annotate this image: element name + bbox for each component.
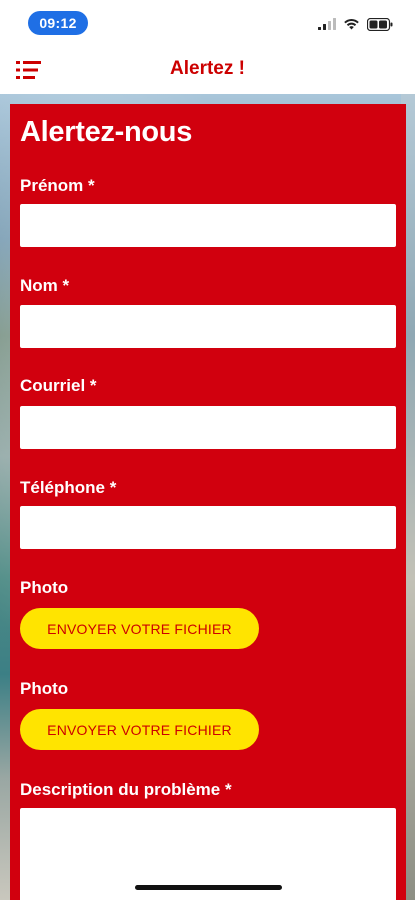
upload-photo-2-button[interactable]: ENVOYER VOTRE FICHIER: [20, 709, 259, 750]
email-input[interactable]: [20, 406, 396, 449]
form-heading: Alertez-nous: [20, 116, 193, 148]
status-time: 09:12: [28, 11, 88, 35]
header-title: Alertez !: [170, 58, 245, 79]
first-name-label: Prénom *: [20, 176, 95, 195]
email-label: Courriel *: [20, 376, 97, 395]
phone-label: Téléphone *: [20, 478, 117, 497]
upload-photo-1-button[interactable]: ENVOYER VOTRE FICHIER: [20, 608, 259, 649]
alert-form: Alertez-nous Prénom * Nom * Courriel * T…: [10, 104, 406, 900]
wifi-icon: [344, 19, 359, 30]
app-header: Alertez !: [0, 48, 415, 94]
phone-input[interactable]: [20, 506, 396, 549]
status-bar: 09:12: [0, 0, 415, 48]
home-indicator[interactable]: [135, 885, 282, 890]
last-name-label: Nom *: [20, 276, 70, 295]
status-icons: [318, 16, 393, 32]
photo-1-label: Photo: [20, 578, 69, 597]
last-name-input[interactable]: [20, 305, 396, 348]
cellular-signal-icon: [318, 18, 336, 30]
description-label: Description du problème *: [20, 780, 232, 799]
first-name-input[interactable]: [20, 204, 396, 247]
photo-2-label: Photo: [20, 679, 69, 698]
battery-icon: [367, 17, 393, 31]
